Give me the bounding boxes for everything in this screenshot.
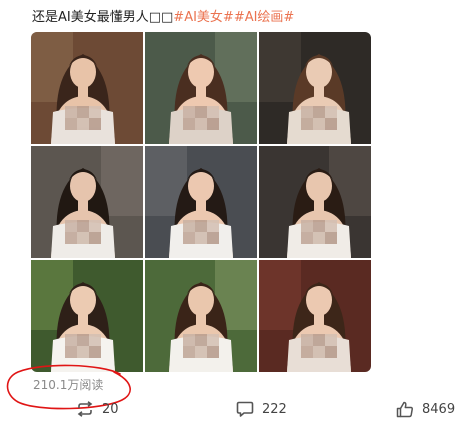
hashtag-ai-painting[interactable]: #AI绘画# bbox=[234, 10, 295, 25]
comment-icon bbox=[236, 401, 254, 418]
grid-image-3[interactable] bbox=[259, 32, 371, 144]
repost-count: 20 bbox=[102, 401, 119, 417]
grid-image-6[interactable] bbox=[259, 146, 371, 258]
repost-icon bbox=[76, 401, 94, 417]
view-count: 210.1万阅读 bbox=[33, 378, 104, 392]
comment-button[interactable]: 222 bbox=[236, 398, 287, 420]
grid-image-7[interactable] bbox=[31, 260, 143, 372]
repost-button[interactable]: 20 bbox=[76, 398, 119, 420]
image-grid bbox=[31, 32, 371, 372]
post-body-text: 还是AI美女最懂男人□□ bbox=[32, 10, 174, 25]
portrait-image bbox=[31, 146, 143, 258]
like-button[interactable]: 8469 bbox=[396, 398, 455, 420]
grid-image-2[interactable] bbox=[145, 32, 257, 144]
portrait-image bbox=[145, 146, 257, 258]
portrait-image bbox=[259, 32, 371, 144]
portrait-image bbox=[145, 32, 257, 144]
hashtag-ai-beauty[interactable]: #AI美女# bbox=[173, 10, 234, 25]
grid-image-1[interactable] bbox=[31, 32, 143, 144]
portrait-image bbox=[259, 260, 371, 372]
like-count: 8469 bbox=[422, 401, 456, 417]
portrait-image bbox=[31, 260, 143, 372]
post-text: 还是AI美女最懂男人□□#AI美女##AI绘画# bbox=[32, 9, 294, 26]
portrait-image bbox=[145, 260, 257, 372]
portrait-image bbox=[31, 32, 143, 144]
grid-image-4[interactable] bbox=[31, 146, 143, 258]
grid-image-8[interactable] bbox=[145, 260, 257, 372]
thumbs-up-icon bbox=[396, 401, 414, 418]
portrait-image bbox=[259, 146, 371, 258]
grid-image-9[interactable] bbox=[259, 260, 371, 372]
grid-image-5[interactable] bbox=[145, 146, 257, 258]
comment-count: 222 bbox=[262, 401, 287, 417]
